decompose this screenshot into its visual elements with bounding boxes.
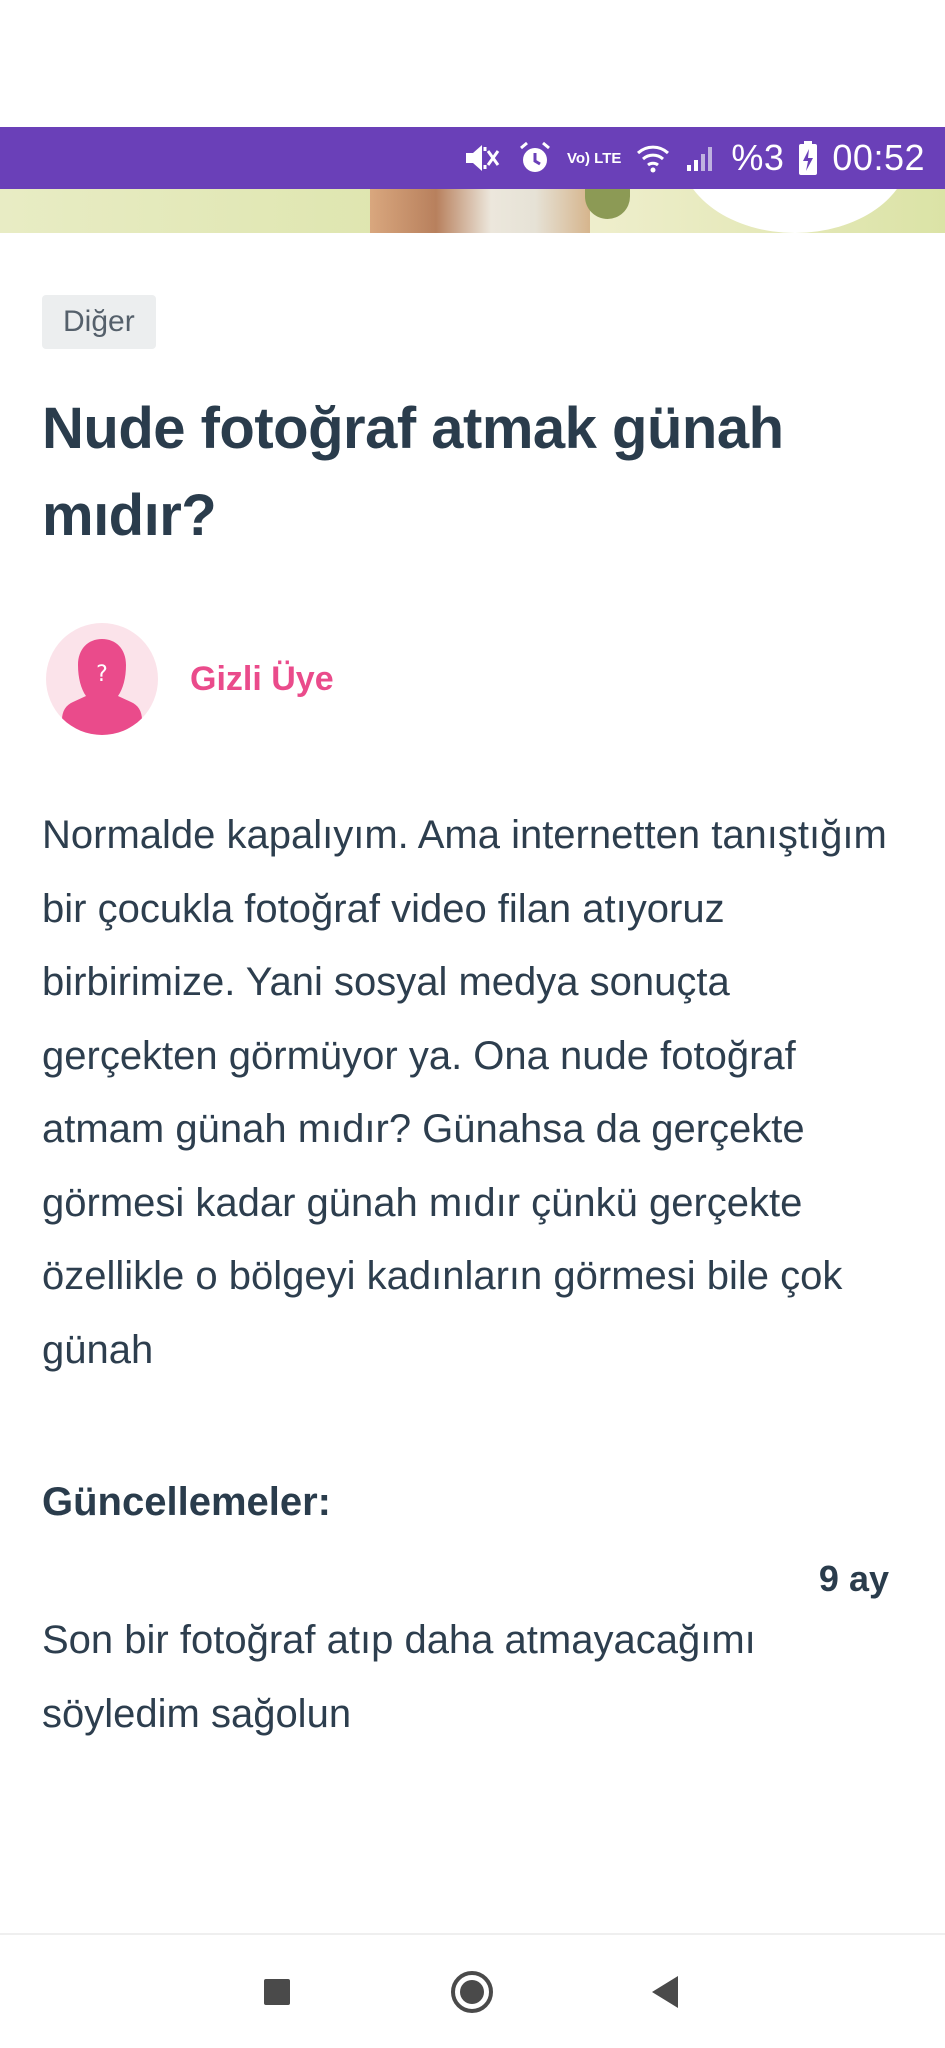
home-icon[interactable] [447, 1967, 497, 2017]
alarm-icon [517, 140, 553, 176]
wifi-icon [635, 143, 671, 173]
back-icon[interactable] [640, 1967, 690, 2017]
top-blank-area [0, 0, 945, 127]
battery-percent: %3 [731, 137, 785, 178]
category-tag[interactable]: Diğer [42, 295, 156, 349]
ad-banner[interactable] [0, 189, 945, 233]
battery-charging-icon [798, 140, 818, 176]
status-bar: Vo) LTE %3 00:52 [0, 127, 945, 189]
mute-vibrate-icon [463, 141, 503, 175]
question-body: Normalde kapalıyım. Ama internetten tanı… [42, 813, 887, 1372]
status-time: 00:52 [832, 137, 925, 178]
ad-product-image [370, 189, 590, 233]
updates-heading: Güncellemeler: [42, 1480, 332, 1524]
author-name[interactable]: Gizli Üye [190, 660, 334, 699]
signal-icon [685, 143, 717, 173]
ad-circle-shape [680, 189, 910, 233]
svg-text:?: ? [96, 662, 108, 687]
navigation-bar [0, 1935, 945, 2048]
ad-avocado-image [585, 189, 630, 219]
anonymous-avatar-icon: ? [46, 623, 158, 735]
author-row: ? Gizli Üye [46, 623, 334, 735]
update-timestamp: 9 ay [818, 1558, 889, 1599]
recent-apps-icon[interactable] [252, 1967, 302, 2017]
update-text: Son bir fotoğraf atıp daha atmayacağımı … [42, 1618, 756, 1736]
question-title: Nude fotoğraf atmak günah mıdır? [42, 396, 784, 548]
volte-icon: Vo) LTE [566, 149, 622, 167]
